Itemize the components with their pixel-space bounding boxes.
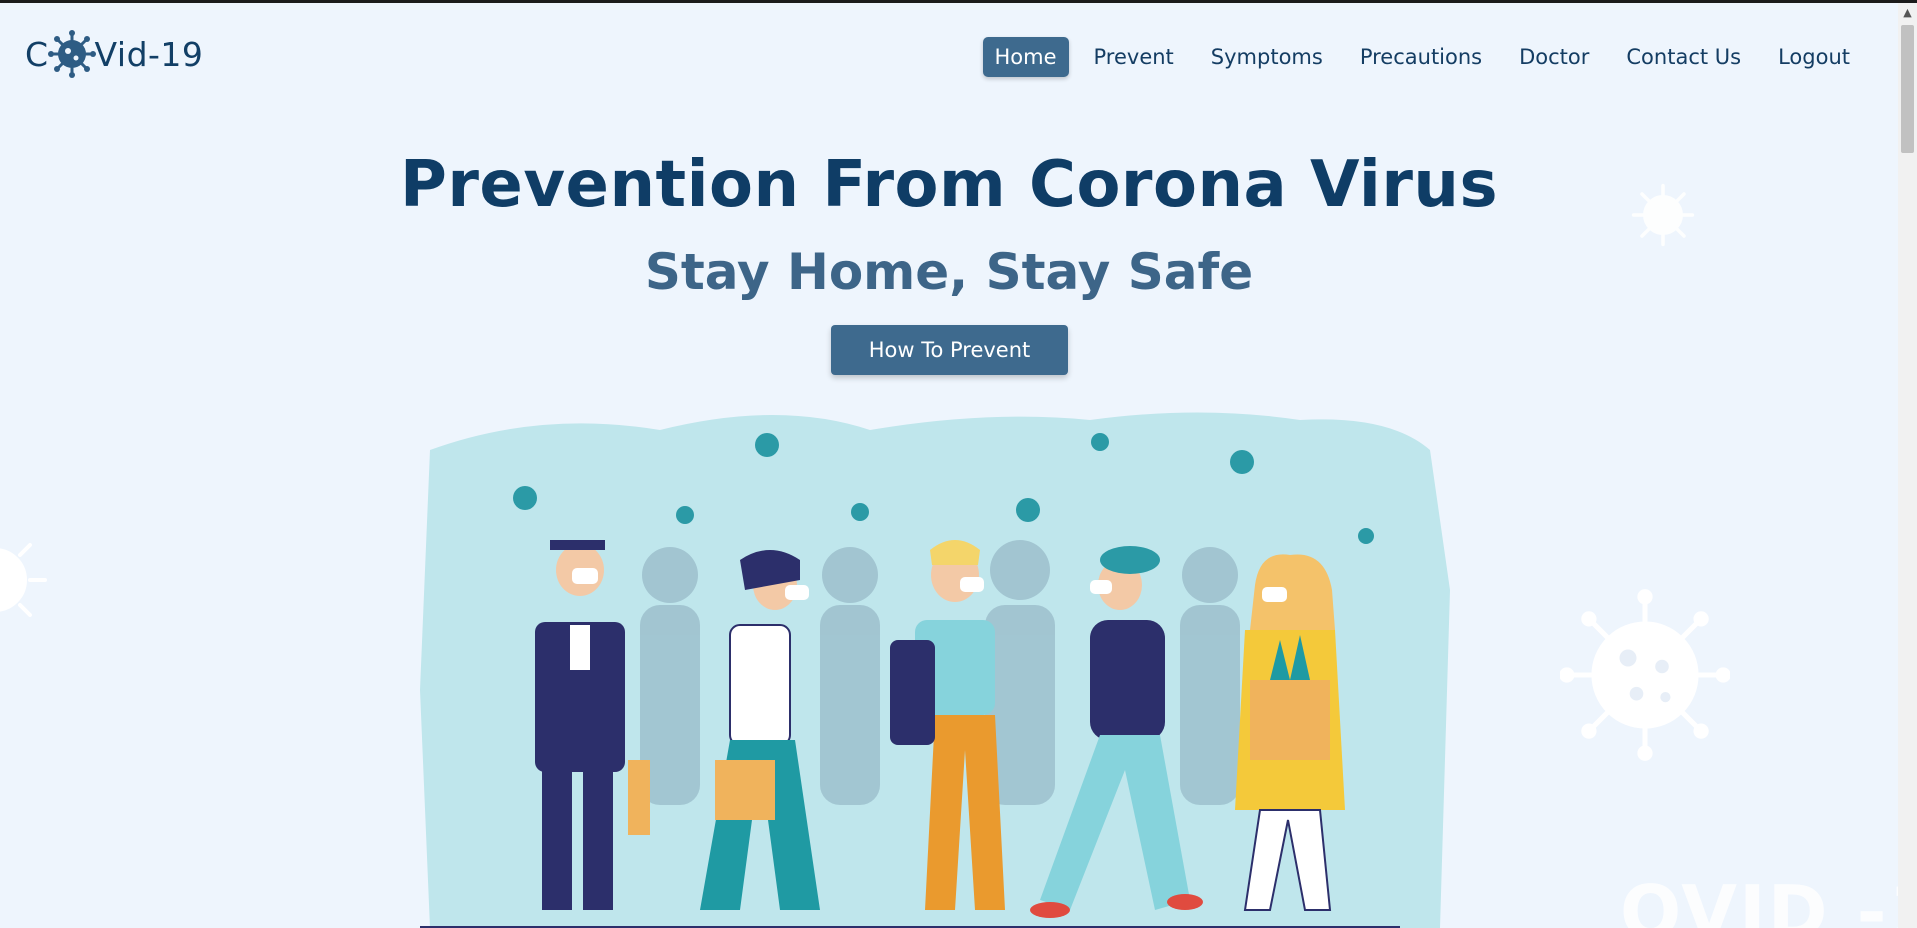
window-top-border — [0, 0, 1917, 3]
page-scrollbar[interactable]: ▲ — [1898, 3, 1917, 928]
nav-item-doctor[interactable]: Doctor — [1507, 37, 1601, 77]
scroll-up-arrow-icon[interactable]: ▲ — [1902, 7, 1913, 18]
scrollbar-thumb[interactable] — [1901, 25, 1914, 153]
nav-item-prevent[interactable]: Prevent — [1082, 37, 1186, 77]
nav-item-contact-us[interactable]: Contact Us — [1614, 37, 1753, 77]
people-wearing-masks-illustration — [420, 412, 1450, 928]
how-to-prevent-button[interactable]: How To Prevent — [831, 325, 1068, 375]
brand-suffix: Vid-19 — [94, 34, 204, 74]
nav-item-logout[interactable]: Logout — [1766, 37, 1862, 77]
virus-decoration-icon — [0, 543, 47, 617]
brand-logo[interactable]: C Vid-19 — [25, 30, 203, 78]
virus-logo-icon — [47, 30, 96, 78]
virus-decoration-icon — [1631, 183, 1695, 247]
hero-title: Prevention From Corona Virus — [399, 148, 1499, 222]
nav-item-symptoms[interactable]: Symptoms — [1199, 37, 1335, 77]
brand-prefix: C — [25, 34, 49, 74]
virus-decoration-icon — [1560, 589, 1730, 761]
nav-item-precautions[interactable]: Precautions — [1348, 37, 1494, 77]
main-nav: Home Prevent Symptoms Precautions Doctor… — [970, 37, 1863, 77]
covid-watermark-text: OVID -19 — [1620, 870, 1917, 928]
hero-subtitle: Stay Home, Stay Safe — [644, 243, 1254, 301]
nav-item-home[interactable]: Home — [982, 37, 1069, 77]
